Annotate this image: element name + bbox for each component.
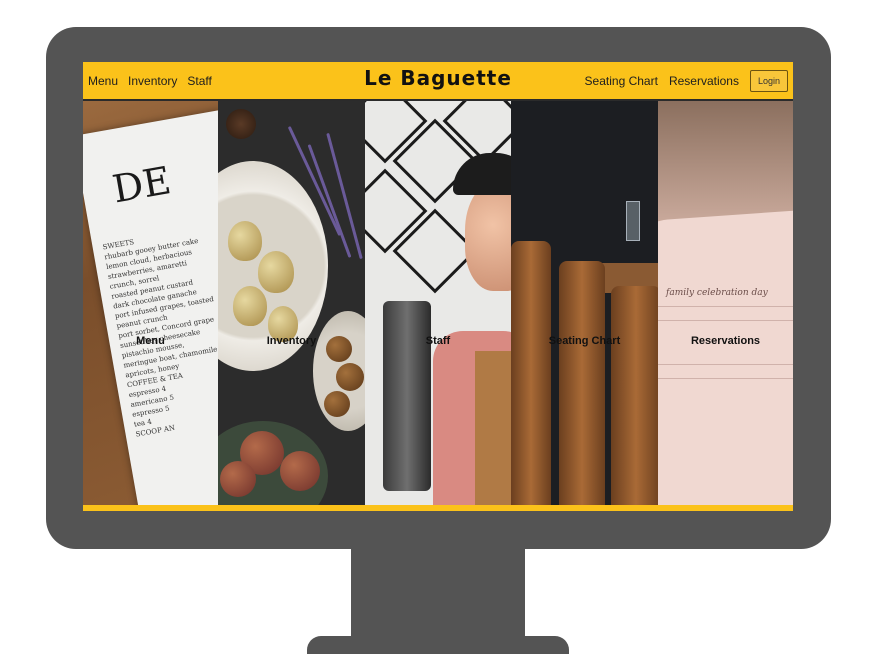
panel-inventory[interactable]: Inventory <box>218 101 365 505</box>
menu-card-photo: DE SWEETS rhubarb gooey butter cake lemo… <box>83 109 218 505</box>
shallot-image <box>228 221 262 261</box>
shallot-image <box>233 286 267 326</box>
chair-image <box>511 241 551 505</box>
chair-image <box>559 261 605 505</box>
nav-right-group: Seating Chart Reservations Login <box>585 62 788 99</box>
menu-card-text: SWEETS rhubarb gooey butter cake lemon c… <box>102 222 218 440</box>
fig-image <box>220 461 256 497</box>
walnut-image <box>336 363 364 391</box>
fig-image <box>280 451 320 491</box>
shallot-image <box>258 251 294 293</box>
nav-link-reservations[interactable]: Reservations <box>669 74 739 88</box>
panel-label-inventory: Inventory <box>266 335 317 347</box>
top-navbar: Le Baguette Menu Inventory Staff Seating… <box>83 62 793 101</box>
nav-link-seating-chart[interactable]: Seating Chart <box>585 74 658 88</box>
panel-staff[interactable]: Staff <box>365 101 511 505</box>
panel-seating-chart[interactable]: Seating Chart <box>511 101 658 505</box>
notebook-rule <box>658 364 793 365</box>
notebook-rule <box>658 306 793 307</box>
panel-label-seating-chart: Seating Chart <box>548 335 621 347</box>
staff-apron-image <box>475 351 511 505</box>
login-button[interactable]: Login <box>749 69 788 92</box>
notebook-rule <box>658 378 793 379</box>
staff-face-image <box>465 181 511 291</box>
brand-title[interactable]: Le Baguette <box>364 66 512 90</box>
pinecone-image <box>226 109 256 139</box>
panel-label-staff: Staff <box>425 335 451 347</box>
glass-image <box>626 201 640 241</box>
menu-card-heading: DE <box>109 158 175 212</box>
notebook-page-image <box>658 210 793 505</box>
app-screen: Le Baguette Menu Inventory Staff Seating… <box>83 62 793 511</box>
chair-image <box>611 286 658 505</box>
nav-link-inventory[interactable]: Inventory <box>128 74 177 88</box>
panel-label-menu: Menu <box>136 335 165 347</box>
notebook-rule <box>658 320 793 321</box>
section-panels: DE SWEETS rhubarb gooey butter cake lemo… <box>83 101 793 505</box>
panel-reservations[interactable]: family celebration day Reservations <box>658 101 793 505</box>
panel-label-reservations: Reservations <box>690 335 761 347</box>
monitor-stand-neck <box>351 548 525 642</box>
nav-link-staff[interactable]: Staff <box>187 74 211 88</box>
nav-link-menu[interactable]: Menu <box>88 74 118 88</box>
desktop-scene: Le Baguette Menu Inventory Staff Seating… <box>0 0 876 654</box>
espresso-machine-image <box>383 301 431 491</box>
nav-left-group: Menu Inventory Staff <box>88 62 212 99</box>
panel-menu[interactable]: DE SWEETS rhubarb gooey butter cake lemo… <box>83 101 218 505</box>
monitor-stand-base <box>307 636 569 654</box>
bottom-accent-bar <box>83 505 793 511</box>
walnut-image <box>324 391 350 417</box>
handwriting-image: family celebration day <box>666 288 768 298</box>
